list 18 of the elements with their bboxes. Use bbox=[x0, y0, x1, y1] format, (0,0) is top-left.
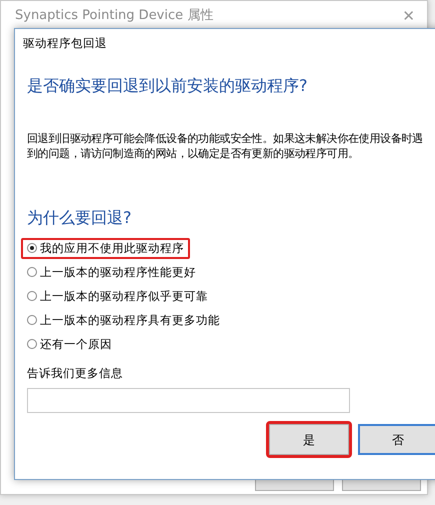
yes-button[interactable]: 是 bbox=[269, 424, 349, 456]
option-label: 上一版本的驱动程序性能更好 bbox=[40, 264, 196, 281]
field-label: 告诉我们更多信息 bbox=[27, 364, 124, 382]
reason-heading: 为什么要回退? bbox=[27, 206, 132, 229]
dialog-title: 驱动程序包回退 bbox=[23, 35, 108, 52]
radio-option[interactable]: 上一版本的驱动程序性能更好 bbox=[21, 262, 202, 283]
no-button[interactable]: 否 bbox=[358, 424, 435, 456]
window-title: Synaptics Pointing Device 属性 bbox=[15, 7, 214, 26]
radio-option[interactable]: 上一版本的驱动程序具有更多功能 bbox=[21, 310, 226, 331]
option-label: 还有一个原因 bbox=[40, 336, 112, 353]
option-label: 我的应用不使用此驱动程序 bbox=[40, 240, 184, 257]
radio-option[interactable]: 上一版本的驱动程序似乎更可靠 bbox=[21, 286, 214, 307]
radio-option[interactable]: 还有一个原因 bbox=[21, 334, 118, 355]
radio-option[interactable]: 我的应用不使用此驱动程序 bbox=[21, 238, 190, 259]
option-label: 上一版本的驱动程序具有更多功能 bbox=[40, 312, 220, 329]
option-label: 上一版本的驱动程序似乎更可靠 bbox=[40, 288, 208, 305]
question-heading: 是否确实要回退到以前安装的驱动程序? bbox=[27, 75, 308, 98]
description-text: 回退到旧驱动程序可能会降低设备的功能或安全性。如果这未解决你在使用设备时遇到的问题，请访问制造商的网站，以确定是否有更新的驱动程序可用。 bbox=[27, 132, 424, 162]
